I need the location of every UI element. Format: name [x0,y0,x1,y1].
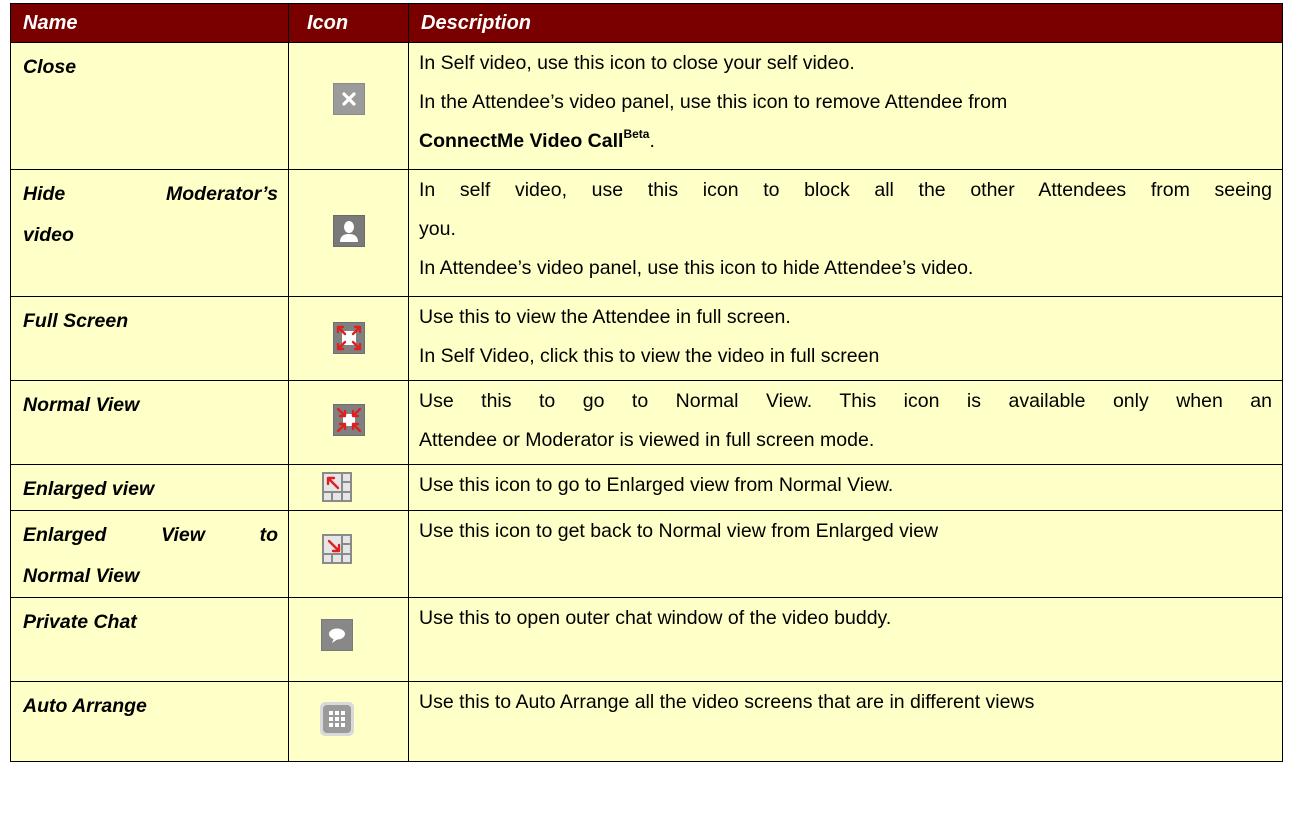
row-description: In Self video, use this icon to close yo… [408,42,1283,170]
header-icon: Icon [288,3,409,43]
row-name: Enlarged view [10,464,289,511]
normal-view-icon [332,404,365,436]
table-row: Hide Moderator’s video In self video, us… [10,169,1283,297]
table-row: Full Screen Use this to view the Attende [10,296,1283,381]
row-description: Use this icon to go to Enlarged view fro… [408,464,1283,511]
row-description: Use this to go to Normal View. This icon… [408,380,1283,465]
enlarged-view-icon [321,472,352,502]
row-icon-cell [288,510,409,598]
row-icon-cell [288,597,409,682]
row-description: Use this to Auto Arrange all the video s… [408,681,1283,762]
header-description: Description [408,3,1283,43]
row-name: Close [10,42,289,170]
row-name: Enlarged View to Normal View [10,510,289,598]
chat-bubble-icon [320,619,353,651]
icon-reference-table: Name Icon Description Close In Self vide… [10,3,1283,762]
row-description: Use this to view the Attendee in full sc… [408,296,1283,381]
row-description: Use this to open outer chat window of th… [408,597,1283,682]
table-row: Enlarged View to Normal View Use this ic… [10,510,1283,598]
full-screen-icon [332,322,365,354]
row-name: Full Screen [10,296,289,381]
person-icon [332,215,365,247]
table-row: Private Chat Use this to open outer chat… [10,597,1283,682]
table-header-row: Name Icon Description [10,3,1283,43]
row-icon-cell [288,464,409,511]
table-row: Normal View Use this to go to Normal Vie [10,380,1283,465]
grid-icon [319,702,354,736]
table-row: Enlarged view Use this icon to go to Enl… [10,464,1283,511]
close-icon [332,83,365,115]
table-row: Auto Arrange Use this to Auto Arrange al… [10,681,1283,762]
header-name: Name [10,3,289,43]
row-icon-cell [288,681,409,762]
row-name: Hide Moderator’s video [10,169,289,297]
enlarged-to-normal-icon [321,534,352,564]
row-name: Auto Arrange [10,681,289,762]
row-icon-cell [288,169,409,297]
row-icon-cell [288,380,409,465]
row-name: Normal View [10,380,289,465]
row-description: Use this icon to get back to Normal view… [408,510,1283,598]
row-icon-cell [288,42,409,170]
row-name: Private Chat [10,597,289,682]
row-icon-cell [288,296,409,381]
table-row: Close In Self video, use this icon to cl… [10,42,1283,170]
row-description: In self video, use this icon to block al… [408,169,1283,297]
